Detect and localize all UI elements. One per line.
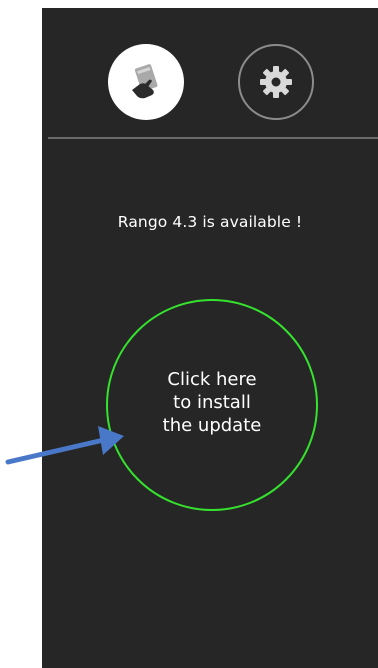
install-update-button[interactable]: Click here to install the update: [106, 299, 318, 511]
update-available-message: Rango 4.3 is available !: [117, 213, 303, 231]
install-update-line-3: the update: [162, 414, 262, 436]
settings-button[interactable]: [238, 44, 314, 120]
screenshot-stage: Rango 4.3 is available ! Click here to i…: [0, 0, 378, 668]
hand-card-icon: [132, 64, 158, 99]
gear-icon: [260, 66, 292, 98]
install-update-line-2: to install: [173, 391, 251, 413]
install-update-label: Click here to install the update: [163, 368, 262, 437]
top-navigation: [42, 8, 378, 136]
install-update-line-1: Click here: [167, 368, 257, 390]
app-panel: Rango 4.3 is available ! Click here to i…: [42, 8, 378, 668]
header-divider: [48, 137, 378, 139]
home-button[interactable]: [108, 44, 184, 120]
